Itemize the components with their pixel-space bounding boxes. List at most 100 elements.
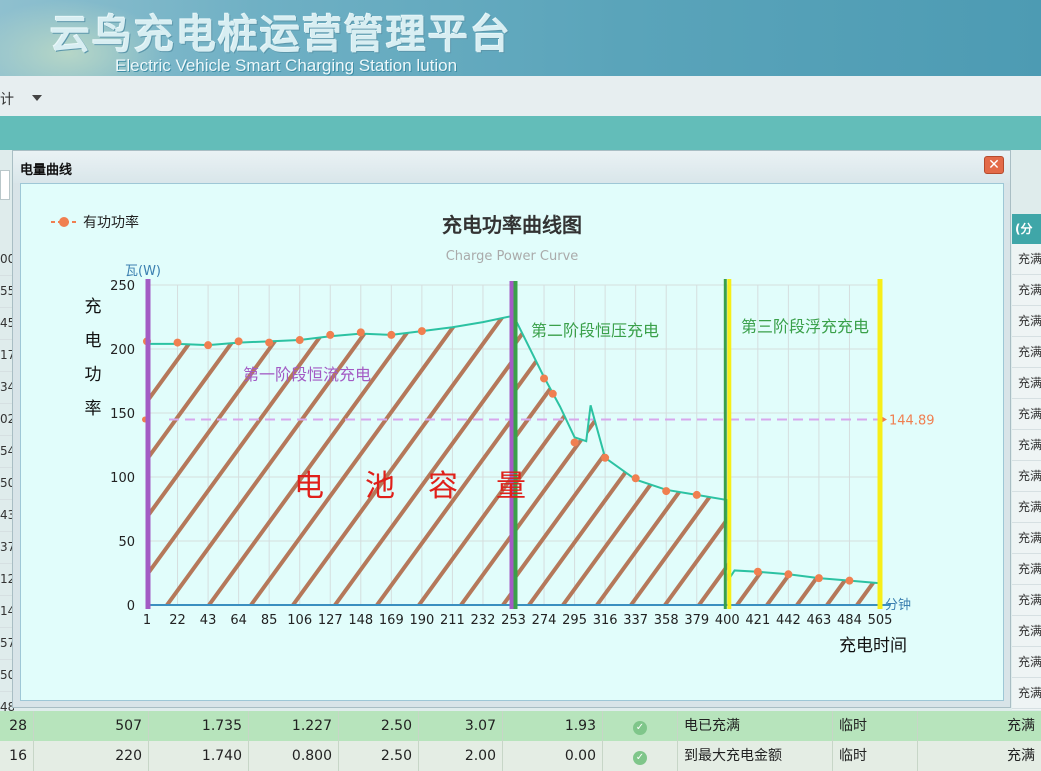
- hatch-line: [947, 275, 1003, 605]
- hatch-line: [223, 275, 463, 605]
- app-subtitle: Electric Vehicle Smart Charging Station …: [115, 56, 458, 75]
- x-tick-label: 127: [318, 613, 343, 628]
- table-cell: 充满: [1012, 647, 1041, 678]
- hatch-line: [21, 275, 167, 605]
- table-cell: 28: [0, 711, 34, 741]
- power-data-point: [601, 453, 610, 462]
- stage1-label: 第一阶段恒流充电: [243, 365, 371, 384]
- x-tick-label: 64: [230, 613, 247, 628]
- x-tick-label: 169: [379, 613, 404, 628]
- hatch-line: [189, 275, 429, 605]
- table-cell: 充满: [1012, 616, 1041, 647]
- table-cell: ✓: [603, 741, 678, 771]
- table-cell: 507: [34, 711, 149, 741]
- table-cell: 临时: [833, 741, 918, 771]
- y-tick-label: 0: [127, 599, 135, 614]
- hatch-line: [21, 275, 225, 605]
- hatch-line: [137, 275, 377, 605]
- hatch-line: [971, 275, 1003, 605]
- y-tick-label: 200: [110, 343, 135, 358]
- capacity-label-char: 容: [428, 469, 458, 504]
- hatch-line: [21, 275, 157, 605]
- background-toolbar-field[interactable]: [0, 170, 10, 200]
- hatch-line: [21, 275, 77, 605]
- dialog-title: 电量曲线: [20, 163, 73, 178]
- hatch-line: [977, 275, 1003, 605]
- dialog-titlebar[interactable]: 电量曲线 ✕: [13, 151, 1010, 183]
- table-cell: 充满: [1012, 430, 1041, 461]
- hatch-line: [257, 275, 497, 605]
- hatch-line: [923, 275, 1003, 605]
- power-curve-chart: 1 22 43 64 85 106 127 148 169 190 211 232 253 274 295 3…: [21, 213, 1003, 656]
- legend-marker-icon: [59, 217, 69, 227]
- hatch-line: [21, 275, 89, 605]
- x-tick-label: 211: [440, 613, 465, 628]
- hatch-line: [21, 275, 47, 605]
- power-data-point: [692, 490, 701, 499]
- table-cell: 1.93: [503, 711, 603, 741]
- power-data-point: [417, 327, 426, 336]
- x-tick-label: 232: [471, 613, 496, 628]
- table-cell: 16: [0, 741, 34, 771]
- hatch-line: [77, 275, 317, 605]
- hatch-line: [21, 275, 137, 605]
- table-cell: 到最大充电金额: [678, 741, 833, 771]
- power-data-point: [204, 341, 213, 350]
- table-row[interactable]: 28 507 1.735 1.227 2.50 3.07 1.93 ✓ 电已充满…: [0, 711, 1041, 741]
- menu-item-statistics[interactable]: 统计: [0, 89, 14, 109]
- table-cell: 充满: [1012, 523, 1041, 554]
- hatch-line: [21, 275, 197, 605]
- hatch-line: [21, 275, 29, 605]
- stage3-label: 第三阶段浮充充电: [741, 317, 869, 336]
- hatch-line: [287, 275, 527, 605]
- hatch-line: [21, 275, 227, 605]
- table-cell: 充满: [1012, 275, 1041, 306]
- table-cell: 充满: [1012, 399, 1041, 430]
- tool-strip: [0, 116, 1041, 150]
- x-tick-label: 463: [807, 613, 832, 628]
- hatch-line: [147, 315, 241, 605]
- table-cell: 220: [34, 741, 149, 771]
- table-cell: 电已充满: [678, 711, 833, 741]
- x-tick-label: 190: [409, 613, 434, 628]
- x-tick-label: 295: [562, 613, 587, 628]
- y-axis-title-char: 充: [85, 297, 102, 317]
- table-cell: 充满: [1012, 585, 1041, 616]
- power-data-point: [548, 389, 557, 398]
- hatch-line: [21, 275, 55, 605]
- chevron-down-icon[interactable]: [32, 95, 42, 101]
- y-tick-label: 250: [110, 279, 135, 294]
- hatch-line: [317, 275, 557, 605]
- chart-subtitle: Charge Power Curve: [446, 249, 579, 264]
- table-cell: 充满: [1012, 461, 1041, 492]
- check-icon: ✓: [633, 721, 647, 735]
- table-cell: 2.00: [419, 741, 503, 771]
- y-tick-label: 50: [118, 535, 135, 550]
- x-tick-label: 400: [715, 613, 740, 628]
- table-cell: 充满: [1012, 492, 1041, 523]
- table-cell: 3.07: [419, 711, 503, 741]
- table-row[interactable]: 16 220 1.740 0.800 2.50 2.00 0.00 ✓ 到最大充…: [0, 741, 1041, 771]
- capacity-label-char: 电: [294, 469, 324, 504]
- table-cell: 充满: [1007, 718, 1035, 734]
- hatch-line: [197, 275, 437, 605]
- y-axis-title-char: 功: [85, 365, 102, 385]
- x-tick-label: 421: [745, 613, 770, 628]
- legend-label: 有功功率: [83, 214, 139, 231]
- hatch-line: [965, 275, 1003, 605]
- table-cell: 充满: [1007, 748, 1035, 764]
- menu-item-label: 统计: [0, 92, 14, 108]
- hatch-line: [227, 275, 467, 605]
- hatch-line: [21, 275, 191, 605]
- hatch-line: [881, 275, 1003, 605]
- x-tick-label: 337: [623, 613, 648, 628]
- table-cell: 充满: [1012, 554, 1041, 585]
- close-button[interactable]: ✕: [984, 156, 1004, 174]
- capacity-label-char: 量: [496, 469, 526, 504]
- x-axis-unit: 分钟: [885, 597, 911, 613]
- hatch-line: [47, 275, 287, 605]
- y-axis-title-char: 率: [85, 399, 102, 419]
- hatch-line: [21, 275, 257, 605]
- header-banner: 云鸟充电桩运营管理平台 Electric Vehicle Smart Charg…: [0, 0, 1041, 76]
- x-tick-label: 43: [200, 613, 217, 628]
